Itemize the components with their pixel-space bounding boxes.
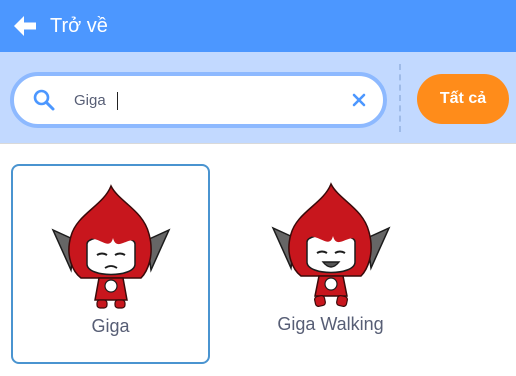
giga-walking-sprite-icon — [271, 180, 391, 315]
back-label: Trở về — [50, 14, 108, 37]
text-cursor — [117, 92, 118, 110]
header-bar: Trở về — [0, 0, 516, 52]
back-button[interactable]: Trở về — [0, 0, 108, 52]
tag-all-button[interactable]: Tất cả — [417, 74, 509, 124]
sprite-library: Trở về Tất cả — [0, 0, 516, 376]
search-box[interactable] — [10, 72, 387, 128]
filter-divider — [399, 64, 401, 132]
search-icon — [32, 88, 56, 117]
sprite-tile-giga[interactable]: Giga — [11, 164, 210, 364]
sprite-name-label: Giga Walking — [277, 314, 384, 334]
giga-sprite-icon — [51, 182, 171, 317]
search-input[interactable] — [74, 86, 344, 114]
sprite-grid: Giga Giga Walking — [0, 145, 516, 376]
sprite-tile-giga-walking[interactable]: Giga Walking — [231, 164, 430, 364]
filter-bar: Tất cả — [0, 52, 516, 144]
close-icon[interactable] — [349, 90, 369, 115]
arrow-left-icon — [12, 14, 38, 38]
sprite-name-label: Giga — [91, 316, 130, 336]
